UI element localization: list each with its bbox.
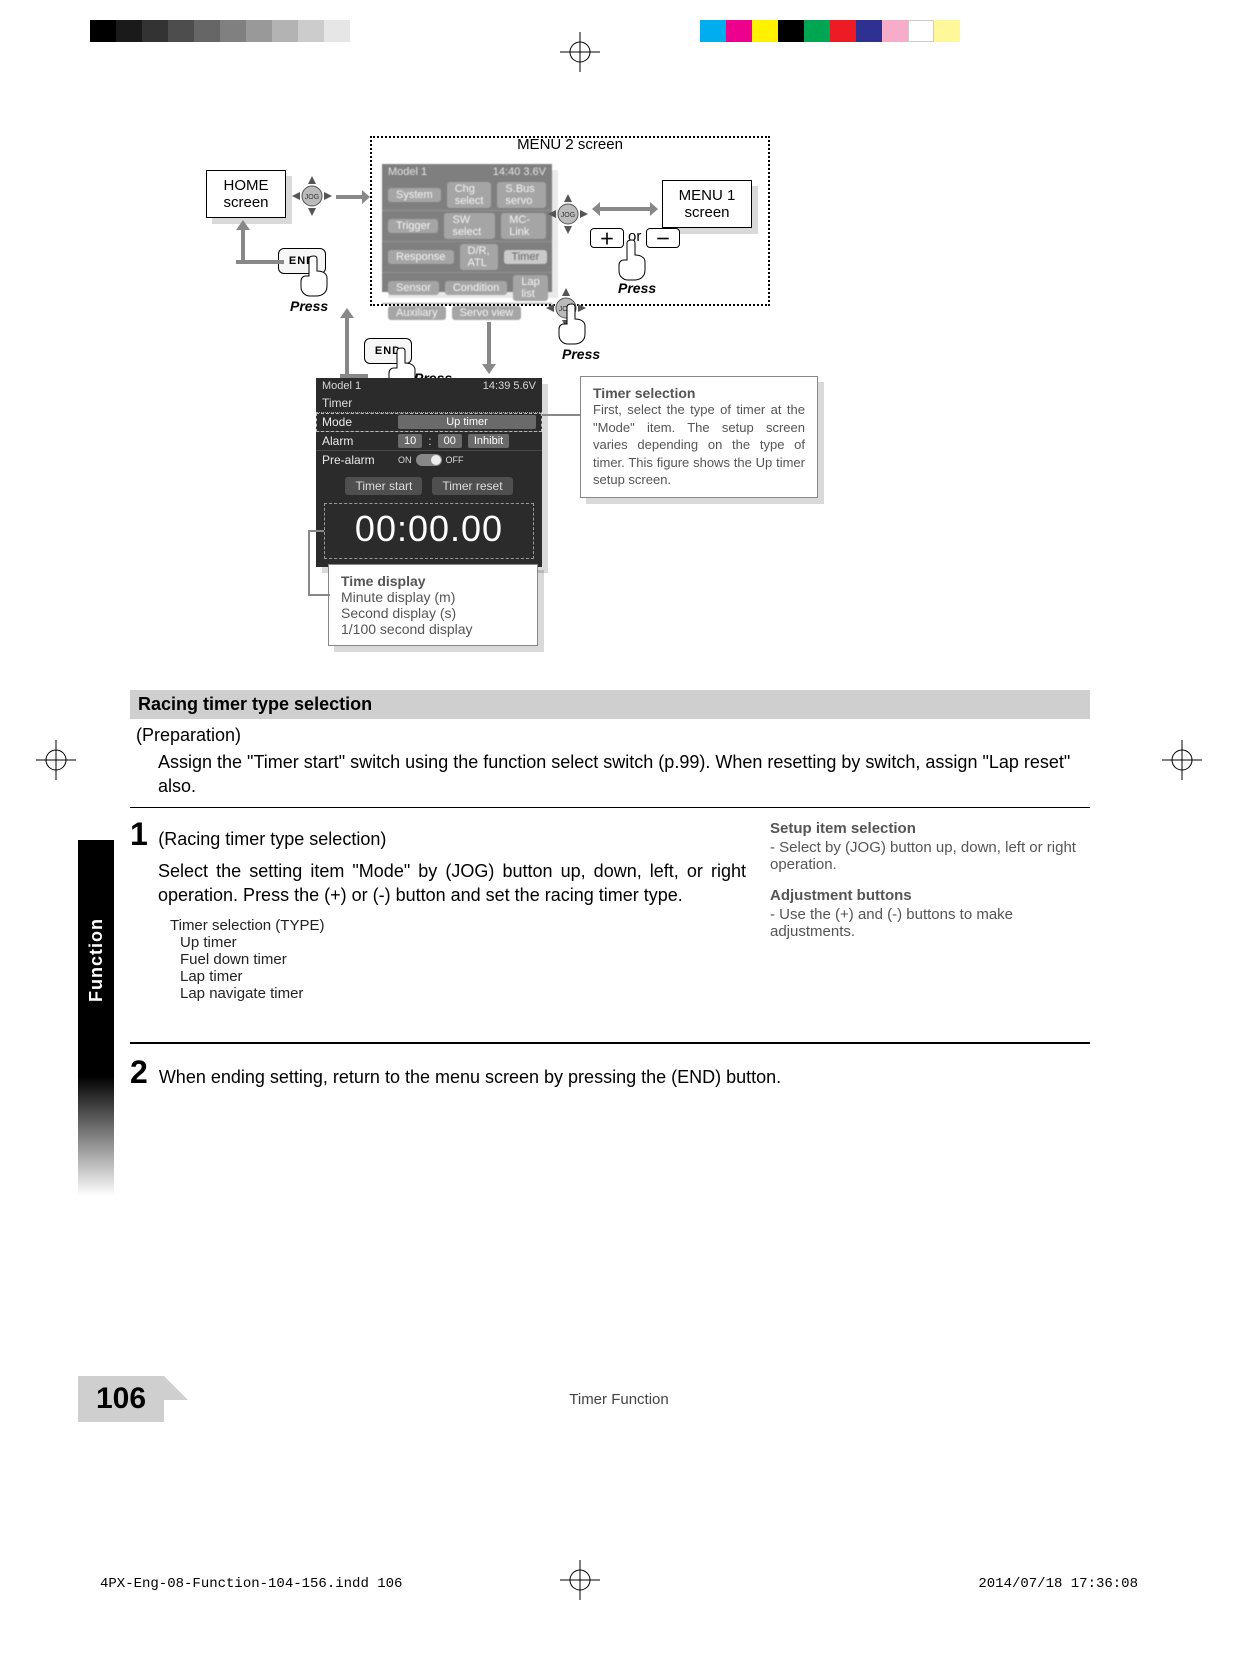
menu2-cell-timer: Timer	[504, 250, 548, 264]
step-number: 2	[130, 1054, 148, 1091]
footer-timestamp: 2014/07/18 17:36:08	[978, 1576, 1138, 1592]
home-screen-box: HOME screen	[206, 170, 286, 218]
divider	[130, 1042, 1090, 1044]
side-tab-label: Function	[86, 918, 107, 1002]
callout-title: Timer selection	[593, 385, 695, 401]
menu2-cell: S.Bus servo	[497, 182, 546, 208]
home-l1: HOME	[217, 177, 275, 194]
callout-line: Minute display (m)	[341, 589, 455, 605]
callout-title: Time display	[341, 573, 426, 589]
side-tab-fade	[78, 1076, 114, 1196]
preparation-body: Assign the "Timer start" switch using th…	[158, 750, 1090, 799]
side-tab: Function	[78, 840, 114, 1080]
timer-lcd: Model 1 14:39 5.6V Timer Mode Up timer Ala…	[316, 378, 542, 567]
hand-pointer-icon	[296, 252, 336, 298]
lcd-hdr-right: 14:40 3.6V	[493, 166, 546, 178]
menu2-cell: D/R, ATL	[460, 244, 498, 270]
callout-body: First, select the type of timer at the "…	[593, 401, 805, 489]
alarm-state: Inhibit	[468, 434, 509, 448]
menu2-cell: MC-Link	[501, 213, 546, 239]
footer-filename: 4PX-Eng-08-Function-104-156.indd 106	[100, 1576, 402, 1592]
press-label: Press	[618, 280, 656, 296]
mode-label: Mode	[322, 415, 392, 429]
press-label: Press	[562, 346, 600, 362]
color-bar	[700, 20, 960, 42]
menu2-cell: Chg select	[447, 182, 492, 208]
alarm-label: Alarm	[322, 434, 392, 448]
menu2-cell: Auxiliary	[388, 306, 446, 320]
menu2-cell: Condition	[445, 281, 507, 295]
sublist-item: Fuel down timer	[180, 951, 746, 968]
navigation-diagram: HOME screen MENU 1 screen JOG MENU 2 scr…	[150, 140, 970, 640]
body-content: Racing timer type selection (Preparation…	[130, 690, 1090, 1091]
registration-mark-icon	[560, 32, 600, 72]
timer-selection-callout: Timer selection First, select the type o…	[580, 376, 818, 498]
registration-mark-icon	[560, 1560, 600, 1600]
lcd-hdr-left: Model 1	[388, 166, 427, 178]
step-number: 1	[130, 816, 148, 853]
prealarm-toggle: ONOFF	[398, 454, 464, 466]
connector-line	[236, 260, 284, 264]
timer-reset-button: Timer reset	[432, 477, 512, 495]
jog-icon: JOG	[290, 174, 334, 218]
home-l2: screen	[217, 194, 275, 211]
leader-line	[308, 530, 310, 596]
sublist-item: Lap timer	[180, 968, 746, 985]
press-label: Press	[290, 298, 328, 314]
menu2-cell: Response	[388, 250, 454, 264]
alarm-sec: 00	[438, 434, 462, 448]
step-body: When ending setting, return to the menu …	[159, 1067, 781, 1087]
menu2-cell: SW select	[444, 213, 495, 239]
menu2-cell: Sensor	[388, 281, 439, 295]
footer-title: Timer Function	[0, 1391, 1238, 1408]
timer-start-button: Timer start	[345, 477, 422, 495]
menu2-lcd: Model 1 14:40 3.6V System Chg selectS.Bus …	[382, 164, 552, 292]
section-heading: Racing timer type selection	[130, 690, 1090, 719]
jog-icon: JOG	[546, 192, 590, 236]
menu2-cell: Trigger	[388, 219, 438, 233]
leader-line	[308, 594, 330, 596]
arrow-right-icon	[336, 190, 370, 204]
step-title: (Racing timer type selection)	[158, 829, 386, 849]
side-body: - Use the (+) and (-) buttons to make ad…	[770, 906, 1090, 940]
menu2-label: MENU 2 screen	[372, 136, 768, 153]
registration-mark-icon	[1162, 740, 1202, 780]
svg-text:JOG: JOG	[561, 212, 575, 219]
preparation-label: (Preparation)	[136, 725, 1090, 746]
timer-readout: 00:00.00	[324, 503, 534, 559]
menu2-cell: Lap list	[513, 275, 547, 301]
alarm-min: 10	[398, 434, 422, 448]
lcd-hdr-left: Model 1	[322, 380, 361, 392]
side-column: Setup item selection - Select by (JOG) b…	[770, 816, 1090, 1003]
side-heading: Adjustment buttons	[770, 887, 1090, 904]
svg-text:JOG: JOG	[305, 194, 319, 201]
sublist: Timer selection (TYPE) Up timer Fuel dow…	[170, 917, 746, 1002]
arrow-down-icon	[482, 322, 496, 374]
arrow-up-icon	[236, 220, 250, 264]
hand-pointer-icon	[554, 300, 594, 346]
sublist-item: Lap navigate timer	[180, 985, 746, 1002]
grayscale-bar	[90, 20, 350, 42]
menu2-cell: System	[388, 188, 441, 202]
callout-line: 1/100 second display	[341, 621, 473, 637]
sublist-header: Timer selection (TYPE)	[170, 917, 746, 934]
prealarm-label: Pre-alarm	[322, 453, 392, 467]
mode-value: Up timer	[398, 415, 536, 429]
arrow-up-icon	[340, 308, 354, 378]
lcd-title: Timer	[322, 396, 352, 410]
arrow-bidir-icon	[592, 202, 658, 216]
sublist-item: Up timer	[180, 934, 746, 951]
side-heading: Setup item selection	[770, 820, 1090, 837]
leader-line	[308, 530, 324, 532]
hand-pointer-icon	[614, 236, 654, 282]
menu2-cell: Servo view	[452, 306, 522, 320]
time-display-callout: Time display Minute display (m) Second d…	[328, 564, 538, 646]
leader-line	[542, 414, 580, 416]
callout-line: Second display (s)	[341, 605, 456, 621]
registration-mark-icon	[36, 740, 76, 780]
step-body: Select the setting item "Mode" by (JOG) …	[158, 859, 746, 908]
side-body: - Select by (JOG) button up, down, left …	[770, 839, 1090, 873]
lcd-hdr-right: 14:39 5.6V	[483, 380, 536, 392]
